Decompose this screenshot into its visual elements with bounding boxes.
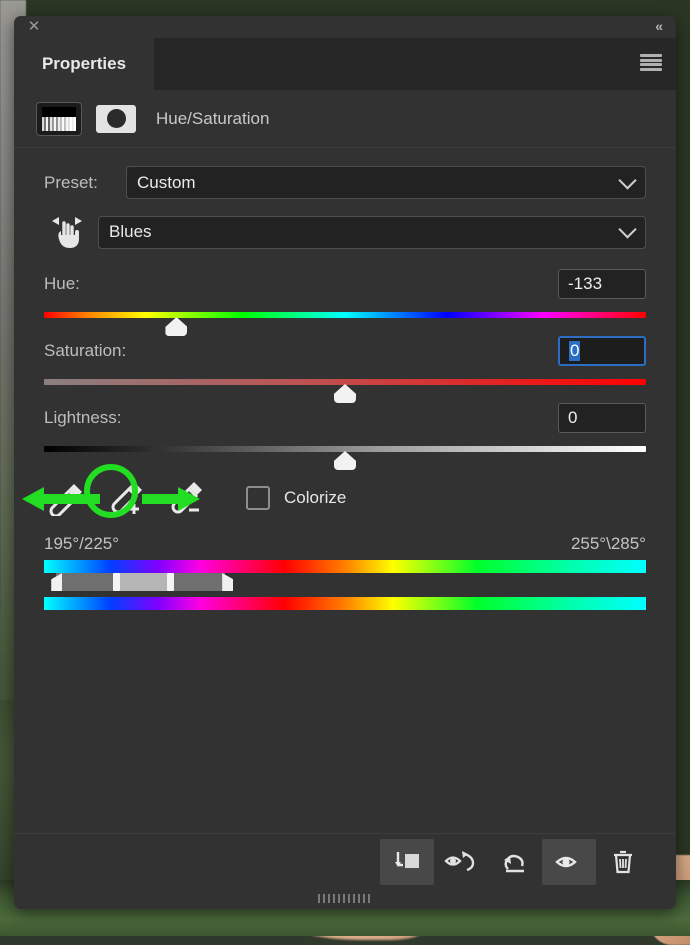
preset-label: Preset: xyxy=(44,172,98,192)
trash-icon xyxy=(614,850,632,873)
channel-value: Blues xyxy=(109,222,152,241)
range-degree-labels: 195°/225° 255°\285° xyxy=(44,534,646,554)
range-adjustment-bar[interactable] xyxy=(44,573,646,591)
collapse-double-chevron-icon[interactable]: « xyxy=(655,18,663,34)
range-inner-handle-left[interactable] xyxy=(112,573,120,591)
range-core xyxy=(116,573,171,591)
resize-grip-icon[interactable] xyxy=(318,894,372,903)
clip-to-layer-icon xyxy=(395,851,419,868)
tab-properties[interactable]: Properties xyxy=(14,38,154,90)
preset-value: Custom xyxy=(137,172,196,192)
clip-to-layer-button[interactable] xyxy=(380,838,434,885)
hue-label: Hue: xyxy=(44,274,80,293)
layer-mask-thumbnail[interactable] xyxy=(96,104,136,133)
eyedropper-row: Colorize xyxy=(44,480,646,518)
eyedropper-subtract-icon[interactable] xyxy=(164,480,208,516)
channel-dropdown[interactable]: Blues xyxy=(98,215,646,249)
mask-dot-icon xyxy=(106,109,126,128)
eye-previous-state-icon xyxy=(444,850,475,871)
colorize-label: Colorize xyxy=(284,488,347,507)
saturation-row: Saturation: 0 xyxy=(44,336,646,366)
panel-body: Preset: Custom Blues Hue: -133 Saturatio… xyxy=(14,148,676,803)
properties-panel: ✕ « Properties Hue/Saturation Preset: Cu… xyxy=(14,16,676,909)
saturation-slider-track[interactable] xyxy=(44,379,646,403)
panel-titlebar: ✕ « xyxy=(14,16,676,38)
lightness-label: Lightness: xyxy=(44,408,122,427)
lightness-value: 0 xyxy=(568,408,578,427)
lightness-row: Lightness: 0 xyxy=(44,403,646,433)
eyedropper-add-icon[interactable] xyxy=(104,480,148,516)
chevron-down-icon xyxy=(618,170,637,190)
range-outer-handle-right[interactable] xyxy=(222,573,234,591)
preset-row: Preset: Custom xyxy=(44,166,646,199)
tab-properties-label: Properties xyxy=(41,54,127,73)
range-spectrum-bottom xyxy=(44,597,646,610)
range-spectrum-top xyxy=(44,560,646,573)
saturation-slider-thumb[interactable] xyxy=(334,384,356,403)
eye-icon xyxy=(555,856,577,867)
channel-row: Blues xyxy=(44,213,646,251)
hue-value: -133 xyxy=(568,274,603,293)
adjustment-header: Hue/Saturation xyxy=(14,90,676,148)
hue-slider-track[interactable] xyxy=(44,312,646,336)
hue-slider-thumb[interactable] xyxy=(165,317,188,336)
on-image-adjustment-hand-icon[interactable] xyxy=(44,213,90,251)
range-inner-handle-right[interactable] xyxy=(166,573,174,591)
toggle-visibility-button[interactable] xyxy=(542,838,596,885)
saturation-label: Saturation: xyxy=(44,341,127,360)
panel-menu-icon[interactable] xyxy=(640,54,662,71)
range-left-label: 195°/225° xyxy=(44,534,120,553)
range-falloff-right xyxy=(170,573,225,591)
menu-line xyxy=(640,54,662,57)
saturation-value: 0 xyxy=(569,341,581,361)
hue-row: Hue: -133 xyxy=(44,269,646,299)
saturation-input[interactable]: 0 xyxy=(558,336,646,366)
preset-dropdown[interactable]: Custom xyxy=(126,166,646,199)
reset-arrow-icon xyxy=(504,854,524,872)
range-falloff-left xyxy=(56,573,117,591)
chevron-down-icon xyxy=(618,220,637,239)
panel-footer xyxy=(14,833,676,889)
range-right-label: 255°\285° xyxy=(570,534,646,553)
menu-line xyxy=(640,67,662,71)
hue-saturation-adjustment-thumbnail[interactable] xyxy=(36,101,82,136)
colorize-checkbox[interactable] xyxy=(246,486,270,510)
delete-layer-button[interactable] xyxy=(596,839,650,885)
menu-line xyxy=(640,58,662,62)
close-icon[interactable]: ✕ xyxy=(26,19,42,35)
panel-tabbar: Properties xyxy=(14,38,676,90)
eyedropper-icon[interactable] xyxy=(44,480,88,518)
lightness-slider-track[interactable] xyxy=(44,446,646,470)
reset-button[interactable] xyxy=(488,839,542,885)
hue-input[interactable]: -133 xyxy=(558,269,646,299)
menu-line xyxy=(640,63,662,67)
adjustment-title: Hue/Saturation xyxy=(156,108,270,128)
lightness-slider-thumb[interactable] xyxy=(334,451,356,470)
lightness-input[interactable]: 0 xyxy=(558,403,646,433)
adjustment-thumbnail-graphic xyxy=(42,106,76,131)
view-previous-state-button[interactable] xyxy=(434,839,488,885)
